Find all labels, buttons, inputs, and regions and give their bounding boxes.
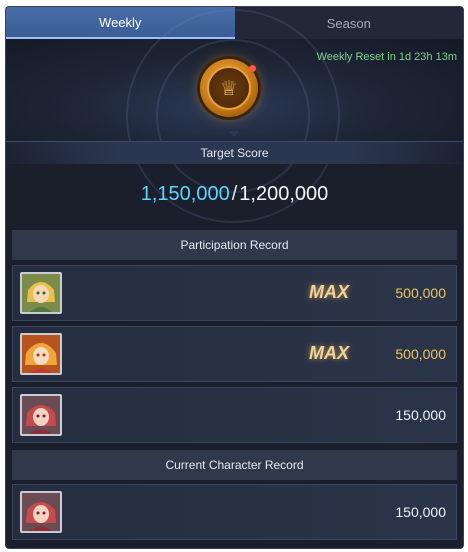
- score-separator: /: [231, 183, 238, 205]
- target-score-label: Target Score: [6, 141, 463, 164]
- record-score: 150,000: [395, 407, 446, 423]
- score-display: 1,150,000/1,200,000: [6, 183, 463, 206]
- score-panel: Weekly Season Weekly Reset in 1d 23h 13m…: [5, 6, 464, 549]
- hero-banner: Weekly Reset in 1d 23h 13m ♕ Target Scor…: [6, 9, 463, 223]
- record-score: 150,000: [395, 504, 446, 520]
- record-score: 500,000: [395, 285, 446, 301]
- participation-record-header: Participation Record: [12, 230, 457, 260]
- max-badge: MAX: [309, 343, 349, 363]
- current-character-record-header: Current Character Record: [12, 450, 457, 480]
- weekly-reset-timer: Weekly Reset in 1d 23h 13m: [316, 51, 457, 63]
- max-badge: MAX: [309, 282, 349, 302]
- record-score: 500,000: [395, 346, 446, 362]
- notification-dot: [249, 65, 256, 72]
- character-portrait-icon: [20, 491, 62, 533]
- character-portrait-icon: [20, 333, 62, 375]
- target-score: 1,200,000: [239, 183, 329, 205]
- trophy-emblem-icon: ♕: [200, 59, 258, 117]
- character-portrait-icon: [20, 272, 62, 314]
- character-portrait-icon: [20, 394, 62, 436]
- participation-row[interactable]: MAX 500,000: [12, 326, 457, 382]
- current-score: 1,150,000: [140, 183, 230, 205]
- target-notch: [228, 131, 240, 137]
- participation-row[interactable]: 150,000: [12, 387, 457, 443]
- participation-row[interactable]: MAX 500,000: [12, 265, 457, 321]
- current-record-row[interactable]: 150,000: [12, 484, 457, 540]
